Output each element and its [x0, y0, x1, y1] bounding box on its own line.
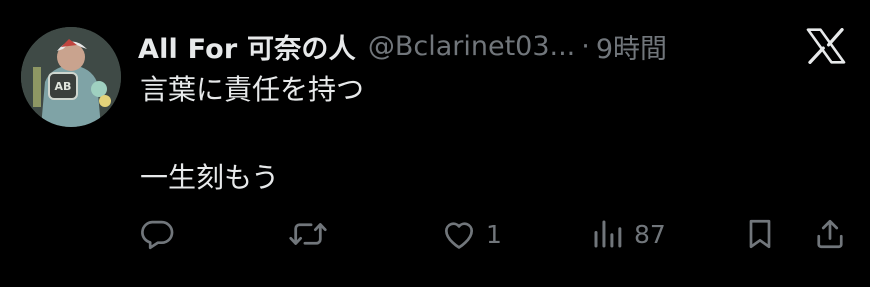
like-count: 1: [486, 219, 502, 249]
tweet-text: 言葉に責任を持つ 一生刻もう: [140, 68, 364, 200]
tweet-header: All For 可奈の人 @Bclarinet03... · 9時間: [138, 26, 738, 66]
tweet-text-line: 一生刻もう: [140, 161, 280, 194]
heart-icon: [440, 215, 478, 253]
avatar[interactable]: AB: [21, 27, 121, 127]
views-count: 87: [634, 219, 666, 249]
share-icon: [812, 215, 848, 253]
reply-button[interactable]: [138, 208, 176, 260]
retweet-button[interactable]: [288, 208, 328, 260]
author-name[interactable]: All For 可奈の人: [138, 27, 356, 66]
share-button[interactable]: [812, 208, 848, 260]
views-button[interactable]: 87: [590, 208, 666, 260]
reply-icon: [138, 215, 176, 253]
x-logo-icon: [806, 28, 846, 64]
action-bar: 1 87: [0, 208, 870, 260]
svg-text:AB: AB: [55, 80, 72, 93]
retweet-icon: [288, 215, 328, 253]
separator-dot: ·: [581, 30, 590, 62]
views-icon: [590, 215, 626, 253]
bookmark-icon: [742, 215, 778, 253]
tweet-text-line: 言葉に責任を持つ: [140, 73, 365, 106]
timestamp[interactable]: 9時間: [596, 27, 667, 66]
author-handle[interactable]: @Bclarinet03...: [368, 31, 575, 62]
bookmark-button[interactable]: [742, 208, 778, 260]
like-button[interactable]: 1: [440, 208, 502, 260]
